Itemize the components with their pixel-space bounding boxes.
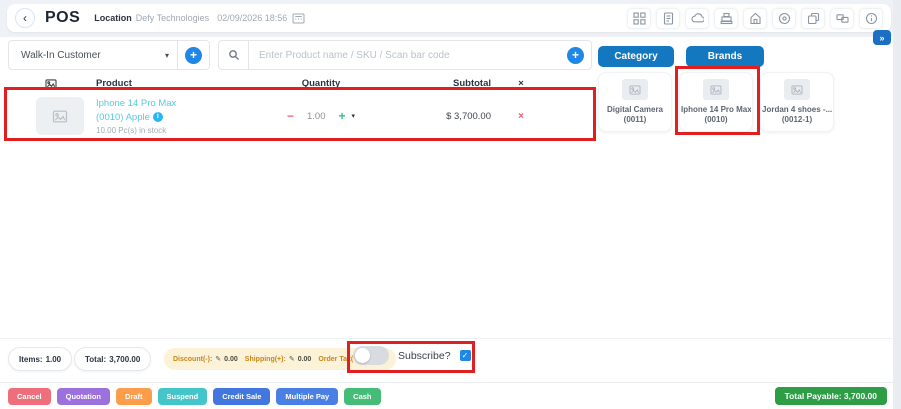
open-window-icon[interactable] xyxy=(801,8,825,29)
dual-display-icon[interactable] xyxy=(830,8,854,29)
product-card-code: (0010) xyxy=(704,115,727,125)
product-card-code: (0011) xyxy=(624,115,647,125)
cancel-button[interactable]: Cancel xyxy=(8,388,51,405)
product-card-digital-camera[interactable]: Digital Camera (0011) xyxy=(598,72,672,132)
back-chevron-icon: ‹ xyxy=(23,11,27,25)
subtotal-column-header: Subtotal xyxy=(396,78,491,89)
right-edge-strip xyxy=(893,0,901,409)
product-info-icon[interactable]: i xyxy=(153,112,163,122)
cart-row: Iphone 14 Pro Max (0010) Applei 10.00 Pc… xyxy=(8,92,593,140)
location-value: Defy Technologies xyxy=(136,13,209,23)
suspend-button[interactable]: Suspend xyxy=(158,388,208,405)
subscribe-label: Subscribe? xyxy=(398,350,451,362)
search-icon xyxy=(219,41,249,69)
pos-page: ‹ POS Location Defy Technologies 02/09/2… xyxy=(0,0,901,409)
grid-icon[interactable] xyxy=(627,8,651,29)
product-thumbnail xyxy=(36,97,84,135)
credit-sale-button[interactable]: Credit Sale xyxy=(213,388,270,405)
total-payable-button[interactable]: Total Payable: 3,700.00 xyxy=(775,387,887,405)
subscribe-checkbox[interactable]: ✓ xyxy=(460,350,471,361)
chevron-down-icon: ▾ xyxy=(157,51,177,60)
stock-text: 10.00 Pc(s) in stock xyxy=(96,126,246,135)
top-bar: ‹ POS Location Defy Technologies 02/09/2… xyxy=(7,4,891,32)
datetime-text: 02/09/2026 18:56 xyxy=(217,13,287,23)
unit-dropdown-icon[interactable]: ▾ xyxy=(352,112,356,120)
toggle-knob xyxy=(355,348,370,363)
divider xyxy=(177,41,178,69)
product-search-input[interactable] xyxy=(249,50,560,61)
expand-panel-button[interactable]: » xyxy=(873,30,891,45)
product-column-header: Product xyxy=(96,78,246,89)
edit-discount-icon[interactable]: ✎ xyxy=(215,355,221,363)
category-button[interactable]: Category xyxy=(598,46,674,67)
summary-bar: Items: 1.00 Total: 3,700.00 Discount(-):… xyxy=(0,338,893,380)
invoice-icon[interactable] xyxy=(656,8,680,29)
subscribe-group: Subscribe? ✓ xyxy=(353,346,471,365)
draft-button[interactable]: Draft xyxy=(116,388,152,405)
subscribe-toggle[interactable] xyxy=(353,346,389,365)
remove-column-header: × xyxy=(491,78,551,89)
image-placeholder-icon xyxy=(703,79,729,100)
customer-select[interactable]: Walk-In Customer ▾ + xyxy=(8,40,210,70)
remove-row-button[interactable]: × xyxy=(491,111,551,122)
image-placeholder-icon xyxy=(784,79,810,100)
calculator-icon[interactable] xyxy=(292,13,305,24)
product-card-list: Digital Camera (0011) Iphone 14 Pro Max … xyxy=(598,72,834,132)
add-product-button[interactable]: + xyxy=(567,47,584,64)
quantity-value[interactable]: 1.00 xyxy=(307,111,326,122)
product-search-box: + xyxy=(218,40,592,70)
add-customer-button[interactable]: + xyxy=(185,47,202,64)
discount-group: Discount(-): ✎ 0.00 xyxy=(173,355,238,363)
product-card-name: Jordan 4 shoes -... xyxy=(762,105,832,115)
product-name-link[interactable]: Iphone 14 Pro Max (0010) Applei xyxy=(96,97,246,125)
quotation-button[interactable]: Quotation xyxy=(57,388,110,405)
edit-shipping-icon[interactable]: ✎ xyxy=(289,355,295,363)
action-bar: Cancel Quotation Draft Suspend Credit Sa… xyxy=(0,382,901,409)
cash-register-icon[interactable] xyxy=(714,8,738,29)
quantity-cell: − 1.00 + ▾ xyxy=(246,109,396,123)
info-icon[interactable] xyxy=(859,8,883,29)
brands-button[interactable]: Brands xyxy=(686,46,764,67)
product-card-jordan-4-shoes[interactable]: Jordan 4 shoes -... (0012-1) xyxy=(760,72,834,132)
subtotal-value: $ 3,700.00 xyxy=(396,111,491,122)
shipping-group: Shipping(+): ✎ 0.00 xyxy=(245,355,312,363)
product-card-name: Digital Camera xyxy=(607,105,663,115)
cart-table-header: Product Quantity Subtotal × xyxy=(8,78,593,89)
multiple-pay-button[interactable]: Multiple Pay xyxy=(276,388,338,405)
cash-button[interactable]: Cash xyxy=(344,388,380,405)
customer-selected-value: Walk-In Customer xyxy=(9,50,157,61)
page-title: POS xyxy=(45,9,80,27)
total-badge: Total: 3,700.00 xyxy=(74,347,151,371)
increase-quantity-button[interactable]: + xyxy=(338,109,345,123)
cloud-sync-icon[interactable] xyxy=(685,8,709,29)
location-label: Location xyxy=(94,13,132,23)
items-count-badge: Items: 1.00 xyxy=(8,347,72,371)
decrease-quantity-button[interactable]: − xyxy=(287,109,294,123)
back-button[interactable]: ‹ xyxy=(15,8,35,28)
product-card-name: Iphone 14 Pro Max xyxy=(681,105,751,115)
product-cell: Iphone 14 Pro Max (0010) Applei 10.00 Pc… xyxy=(96,97,246,136)
image-column-icon xyxy=(8,79,96,89)
store-icon[interactable] xyxy=(743,8,767,29)
register-details-icon[interactable] xyxy=(772,8,796,29)
product-card-iphone-14-pro-max[interactable]: Iphone 14 Pro Max (0010) xyxy=(679,72,753,132)
toolbar-icons xyxy=(627,8,883,29)
image-placeholder-icon xyxy=(622,79,648,100)
product-card-code: (0012-1) xyxy=(782,115,812,125)
quantity-column-header: Quantity xyxy=(246,78,396,89)
